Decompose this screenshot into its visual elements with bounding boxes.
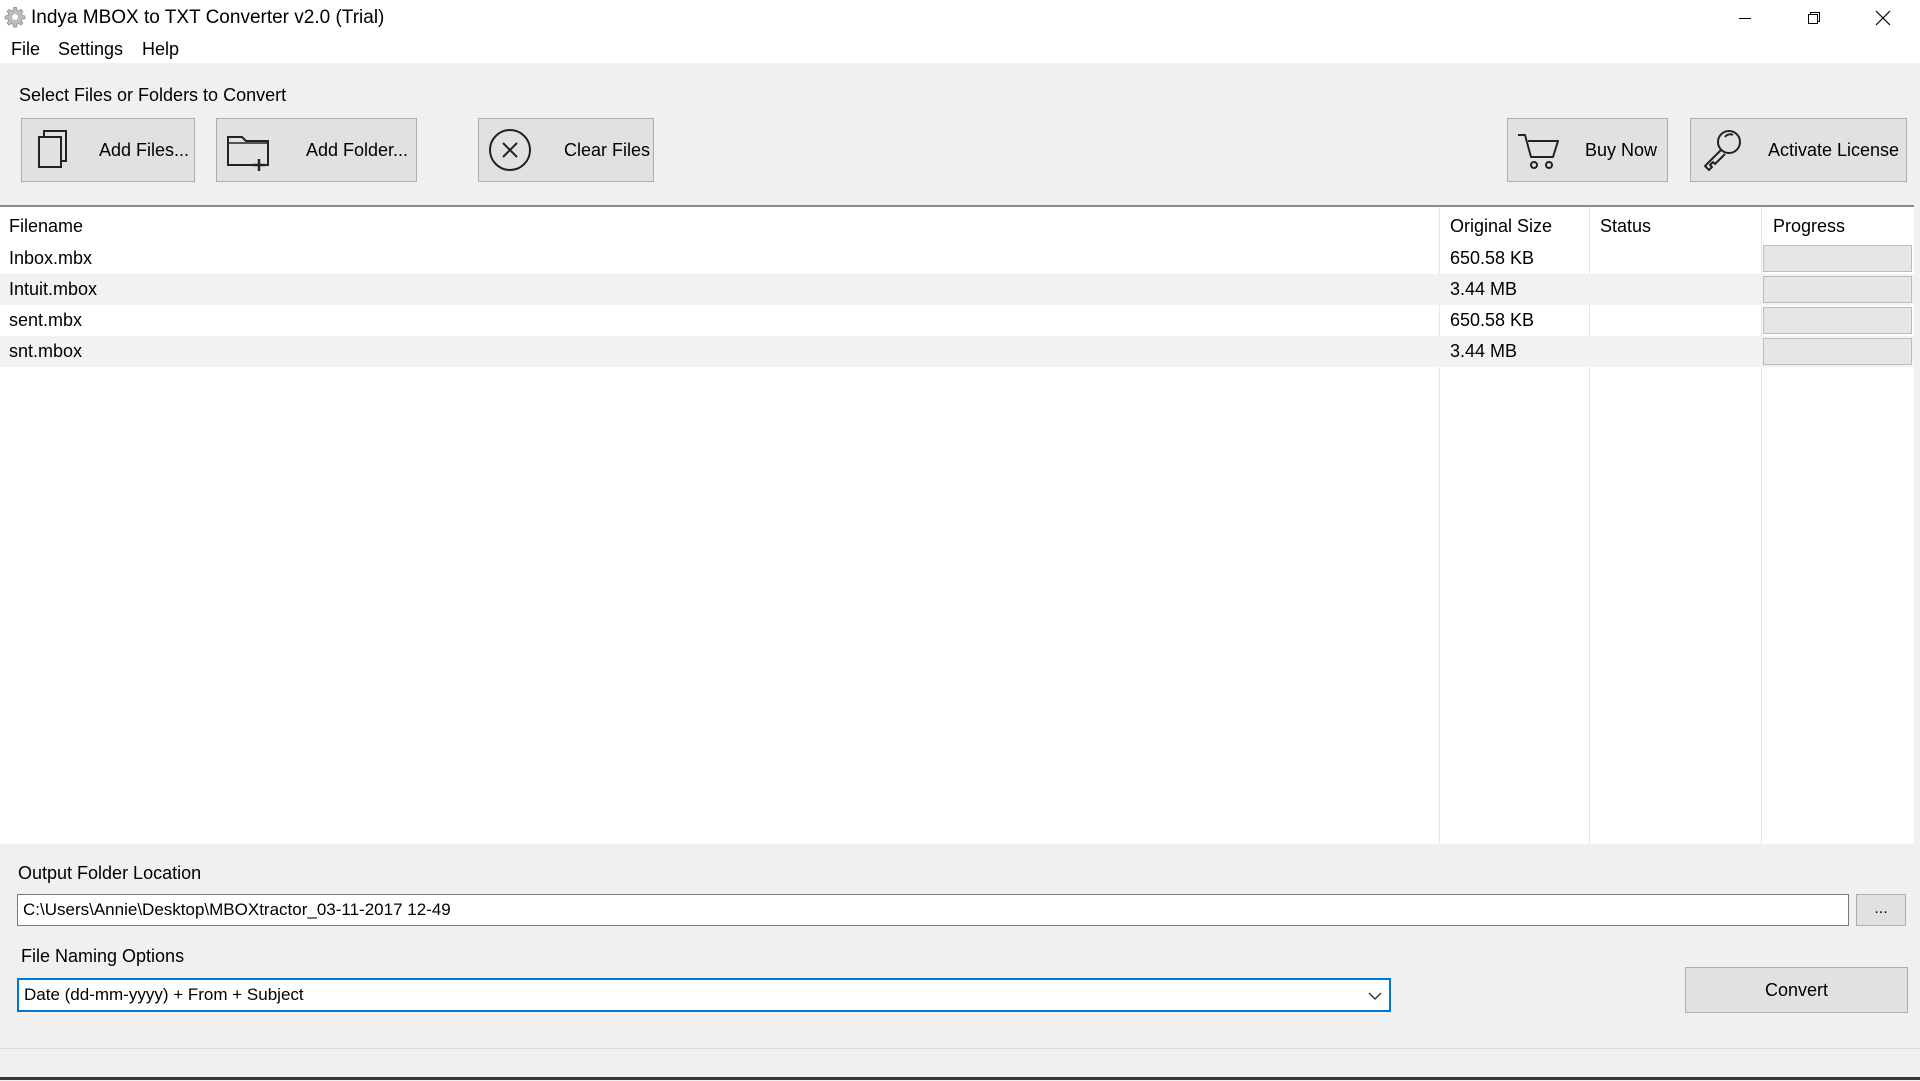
- add-files-button[interactable]: Add Files...: [21, 118, 195, 182]
- add-folder-label: Add Folder...: [306, 140, 409, 160]
- cell-size: 650.58 KB: [1450, 248, 1535, 268]
- file-naming-select[interactable]: Date (dd-mm-yyyy) + From + Subject: [17, 978, 1391, 1012]
- file-naming-selected-value: Date (dd-mm-yyyy) + From + Subject: [24, 985, 304, 1004]
- column-header-progress[interactable]: Progress: [1773, 216, 1845, 237]
- minimize-button[interactable]: [1710, 0, 1779, 36]
- cell-filename: snt.mbox: [9, 341, 83, 361]
- cell-filename: Inbox.mbx: [9, 248, 93, 268]
- progress-bar: [1763, 307, 1912, 334]
- browse-button[interactable]: ...: [1856, 894, 1906, 926]
- output-folder-label: Output Folder Location: [18, 863, 202, 883]
- table-row[interactable]: sent.mbx 650.58 KB: [0, 305, 1914, 336]
- chevron-down-icon: [1368, 992, 1382, 1000]
- file-naming-label: File Naming Options: [21, 946, 185, 966]
- table-row[interactable]: snt.mbox 3.44 MB: [0, 336, 1914, 367]
- menu-file[interactable]: File: [11, 39, 40, 60]
- buy-now-button[interactable]: Buy Now: [1507, 118, 1668, 182]
- column-header-filename[interactable]: Filename: [9, 216, 83, 237]
- toolbar-heading: Select Files or Folders to Convert: [19, 85, 287, 105]
- column-header-status[interactable]: Status: [1600, 216, 1651, 237]
- close-button[interactable]: [1848, 0, 1917, 36]
- progress-bar: [1763, 338, 1912, 365]
- clear-icon: [489, 129, 531, 171]
- minimize-icon: [1738, 18, 1751, 19]
- file-table[interactable]: Filename Original Size Status Progress I…: [0, 205, 1914, 844]
- cell-size: 3.44 MB: [1450, 279, 1518, 299]
- column-header-original-size[interactable]: Original Size: [1450, 216, 1552, 237]
- activate-license-button[interactable]: Activate License: [1690, 118, 1907, 182]
- cart-icon: [1518, 134, 1559, 169]
- cell-filename: sent.mbx: [9, 310, 83, 330]
- add-files-label: Add Files...: [99, 140, 190, 160]
- progress-bar: [1763, 245, 1912, 272]
- menu-help[interactable]: Help: [142, 39, 179, 60]
- output-folder-input[interactable]: [17, 894, 1849, 926]
- window-title: Indya MBOX to TXT Converter v2.0 (Trial): [31, 7, 385, 28]
- add-folder-button[interactable]: Add Folder...: [216, 118, 417, 182]
- restore-button[interactable]: [1779, 0, 1848, 36]
- gear-icon: [4, 7, 26, 28]
- cell-size: 3.44 MB: [1450, 341, 1518, 361]
- cell-size: 650.58 KB: [1450, 310, 1535, 330]
- folder-add-icon: [227, 136, 269, 171]
- title-bar: Indya MBOX to TXT Converter v2.0 (Trial): [0, 0, 1920, 36]
- key-icon: [1704, 130, 1741, 171]
- menu-settings[interactable]: Settings: [58, 39, 123, 60]
- files-icon: [38, 130, 67, 168]
- convert-button[interactable]: Convert: [1685, 967, 1908, 1013]
- table-row[interactable]: Intuit.mbox 3.44 MB: [0, 274, 1914, 305]
- cell-filename: Intuit.mbox: [9, 279, 98, 299]
- close-icon: [1875, 10, 1890, 26]
- clear-files-button[interactable]: Clear Files: [478, 118, 654, 182]
- buy-now-label: Buy Now: [1585, 140, 1658, 160]
- progress-bar: [1763, 276, 1912, 303]
- clear-files-label: Clear Files: [564, 140, 651, 160]
- menu-bar: File Settings Help: [0, 36, 1920, 64]
- restore-icon: [1807, 12, 1820, 24]
- table-row[interactable]: Inbox.mbx 650.58 KB: [0, 243, 1914, 274]
- activate-license-label: Activate License: [1768, 140, 1900, 160]
